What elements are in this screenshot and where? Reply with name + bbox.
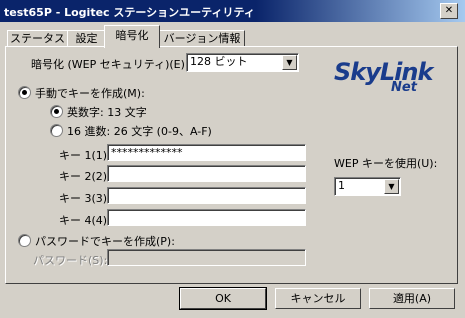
key4-input[interactable] bbox=[107, 209, 306, 226]
wep-use-label: WEP キーを使用(U): bbox=[334, 157, 438, 170]
alphanumeric-radio[interactable] bbox=[50, 105, 63, 118]
key4-label: キー 4(4): bbox=[59, 214, 111, 227]
apply-label: 適用(A) bbox=[392, 292, 432, 305]
hex-radio[interactable] bbox=[50, 124, 63, 137]
tab-status[interactable]: ステータス bbox=[7, 30, 68, 47]
close-button[interactable]: ✕ bbox=[440, 3, 458, 19]
tab-version[interactable]: バージョン情報 bbox=[159, 30, 245, 47]
password-input[interactable] bbox=[107, 249, 306, 266]
tab-version-label: バージョン情報 bbox=[163, 32, 241, 45]
encryption-value: 128 ビット bbox=[190, 55, 248, 68]
encryption-label: 暗号化 (WEP セキュリティ)(E): bbox=[31, 58, 189, 71]
apply-button[interactable]: 適用(A) bbox=[369, 288, 455, 309]
tab-encryption[interactable]: 暗号化 bbox=[104, 25, 160, 48]
manual-key-radio[interactable] bbox=[18, 86, 31, 99]
tab-settings-label: 設定 bbox=[75, 32, 98, 45]
tab-status-label: ステータス bbox=[10, 32, 65, 45]
skylink-logo: SkyLink Net bbox=[334, 58, 433, 95]
alphanumeric-label: 英数字: 13 文字 bbox=[67, 106, 147, 119]
tab-encryption-label: 暗号化 bbox=[115, 29, 149, 42]
key3-label: キー 3(3): bbox=[59, 192, 111, 205]
logo-subtext: Net bbox=[391, 80, 417, 95]
passphrase-radio[interactable] bbox=[18, 234, 31, 247]
chevron-down-icon: ▼ bbox=[384, 179, 399, 194]
tab-settings[interactable]: 設定 bbox=[67, 30, 106, 47]
key1-input[interactable]: ************* bbox=[107, 144, 306, 161]
passphrase-label: パスワードでキーを作成(P): bbox=[35, 235, 175, 248]
window-title: test65P - Logitec ステーションユーティリティ bbox=[4, 6, 255, 19]
chevron-down-icon: ▼ bbox=[282, 55, 297, 70]
key3-input[interactable] bbox=[107, 187, 306, 204]
key2-input[interactable] bbox=[107, 165, 306, 182]
logo-text: SkyLink bbox=[334, 58, 433, 86]
close-icon: ✕ bbox=[444, 5, 454, 16]
cancel-button[interactable]: キャンセル bbox=[275, 288, 361, 309]
wep-use-select[interactable]: 1 ▼ bbox=[334, 177, 401, 196]
title-bar: test65P - Logitec ステーションユーティリティ ✕ bbox=[0, 0, 465, 22]
encryption-select[interactable]: 128 ビット ▼ bbox=[186, 53, 299, 72]
wep-use-value: 1 bbox=[338, 179, 345, 192]
hex-label: 16 進数: 26 文字 (0-9、A-F) bbox=[67, 125, 212, 138]
cancel-label: キャンセル bbox=[290, 292, 346, 305]
ok-button[interactable]: OK bbox=[180, 288, 266, 309]
password-label: パスワード(S): bbox=[33, 254, 108, 267]
ok-label: OK bbox=[215, 292, 231, 305]
manual-key-label: 手動でキーを作成(M): bbox=[35, 87, 145, 100]
key2-label: キー 2(2): bbox=[59, 170, 111, 183]
key1-value: ************* bbox=[111, 146, 183, 159]
key1-label: キー 1(1): bbox=[59, 149, 111, 162]
